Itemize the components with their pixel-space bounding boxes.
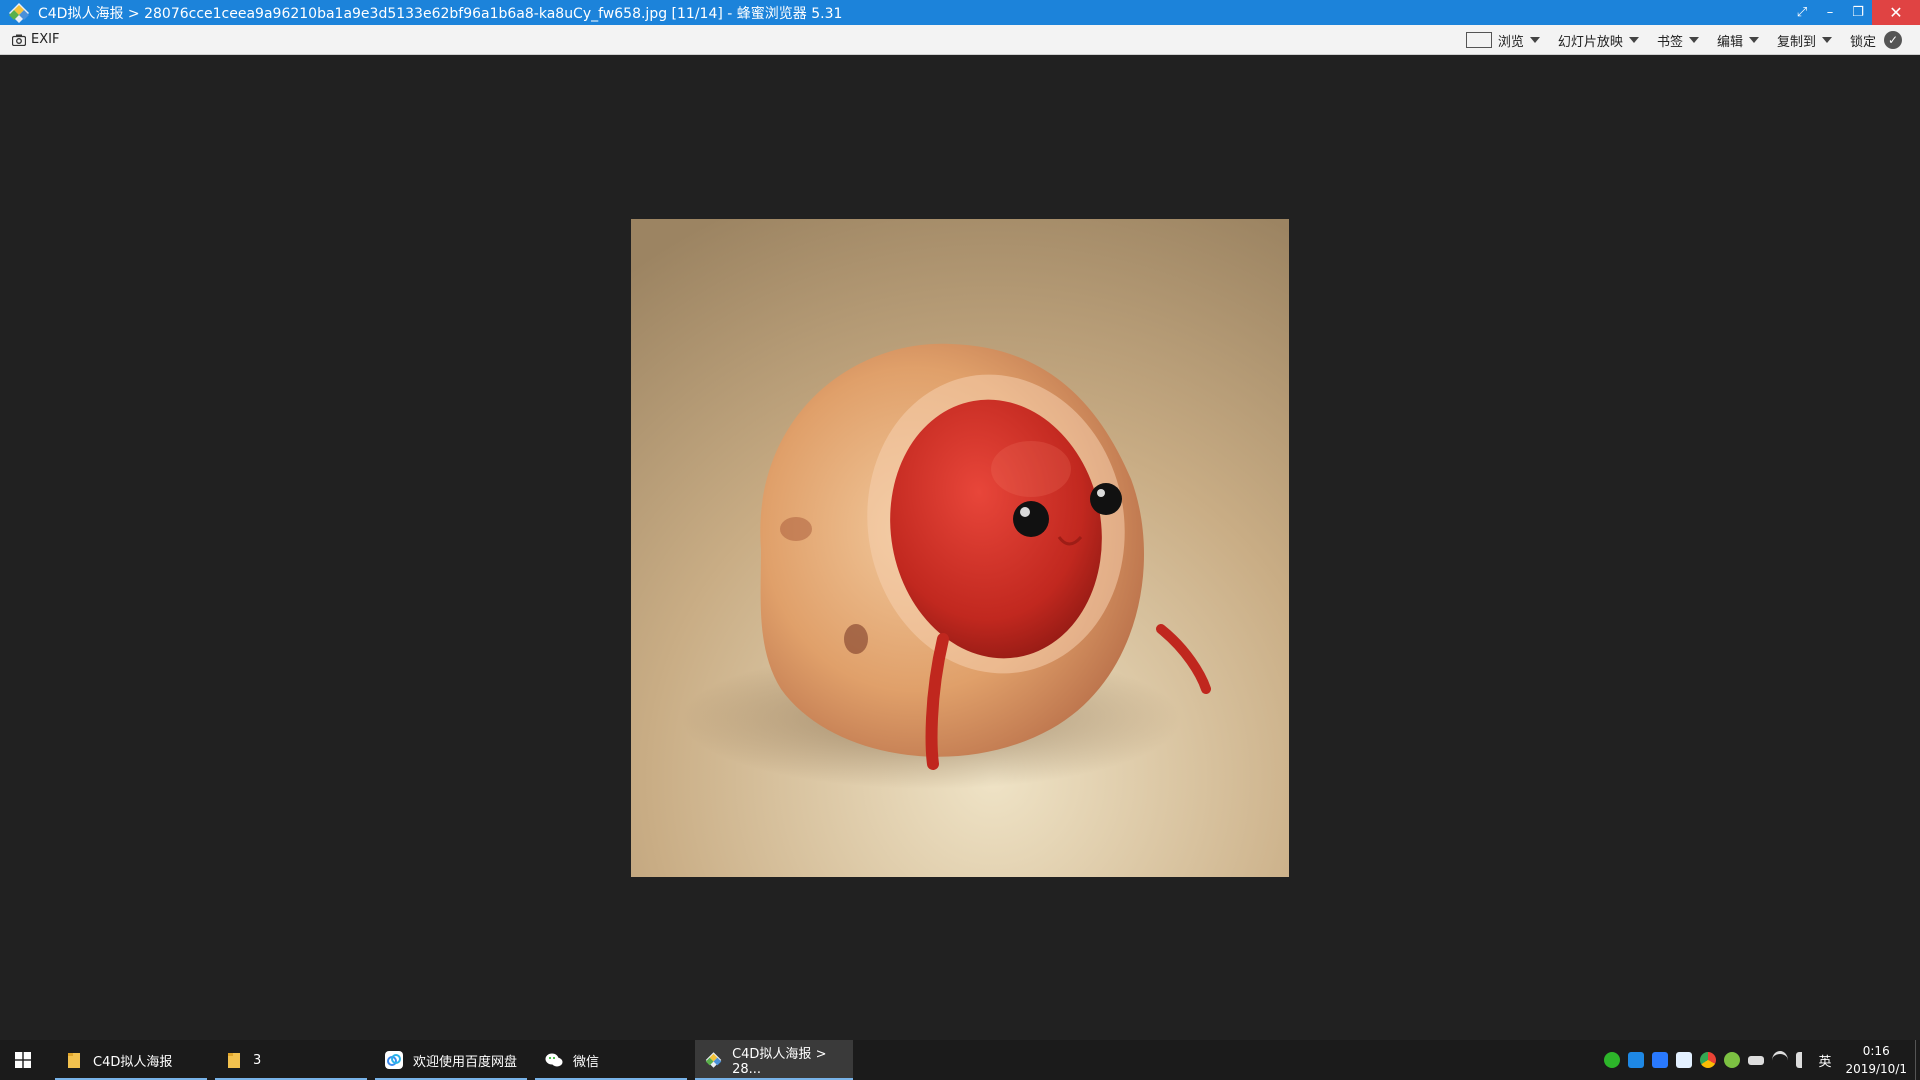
honey-viewer-icon xyxy=(705,1052,722,1068)
taskbar: C4D拟人海报 3 欢迎使用百度网盘 微信 C4D拟人海报 > 28... 英 … xyxy=(0,1040,1920,1080)
lock-toggle[interactable]: 锁定 ✓ xyxy=(1850,31,1902,50)
wechat-icon xyxy=(545,1053,563,1067)
exif-button[interactable]: EXIF xyxy=(12,32,59,47)
chrome-tray-icon[interactable] xyxy=(1700,1052,1717,1068)
chevron-down-icon xyxy=(1529,37,1540,43)
taskbar-item-wechat[interactable]: 微信 xyxy=(535,1040,687,1080)
taskbar-item-label: 欢迎使用百度网盘 xyxy=(413,1054,518,1070)
taskbar-item-baidu-netdisk[interactable]: 欢迎使用百度网盘 xyxy=(375,1040,527,1080)
bookmarks-menu[interactable]: 书签 xyxy=(1657,31,1699,50)
clock[interactable]: 0:16 2019/10/1 xyxy=(1845,1042,1907,1078)
wechat-tray-icon[interactable] xyxy=(1604,1052,1621,1068)
monitor-tray-icon[interactable] xyxy=(1628,1052,1645,1068)
clock-time: 0:16 xyxy=(1862,1044,1890,1058)
folder-icon xyxy=(68,1053,80,1068)
wifi-icon[interactable] xyxy=(1772,1050,1789,1070)
copy-to-menu[interactable]: 复制到 xyxy=(1777,31,1832,50)
lock-label: 锁定 xyxy=(1849,34,1876,50)
folder-icon xyxy=(228,1053,240,1068)
taskbar-item-folder-3[interactable]: 3 xyxy=(215,1040,367,1080)
title-bar: C4D拟人海报 > 28076cce1ceea9a96210ba1a9e3d51… xyxy=(0,0,1920,25)
browse-menu[interactable]: 浏览 xyxy=(1465,31,1540,50)
taskbar-item-label: C4D拟人海报 > 28... xyxy=(732,1047,827,1077)
chevron-down-icon xyxy=(1821,37,1832,43)
ime-indicator[interactable]: 英 xyxy=(1818,1051,1831,1070)
camera-icon xyxy=(12,34,26,46)
baidu-netdisk-icon xyxy=(385,1051,403,1069)
frame-icon xyxy=(1465,32,1492,48)
battery-icon[interactable] xyxy=(1748,1055,1765,1065)
show-desktop-button[interactable] xyxy=(1915,1040,1920,1080)
bean-character-illustration xyxy=(631,219,1289,877)
taskbar-item-label: C4D拟人海报 xyxy=(93,1054,173,1070)
toolbar-menus: 浏览 幻灯片放映 书签 编辑 复制到 锁定 ✓ xyxy=(1448,25,1902,55)
security-tray-icon[interactable] xyxy=(1724,1052,1741,1068)
check-icon: ✓ xyxy=(1884,31,1902,49)
taskbar-item-c4d-folder[interactable]: C4D拟人海报 xyxy=(55,1040,207,1080)
taskbar-item-label: 3 xyxy=(253,1052,262,1068)
slideshow-label: 幻灯片放映 xyxy=(1557,34,1623,50)
windows-logo-icon xyxy=(15,1052,31,1068)
baidu-netdisk-tray-icon[interactable] xyxy=(1676,1052,1693,1068)
toolbar: EXIF 浏览 幻灯片放映 书签 编辑 复制到 锁定 ✓ xyxy=(0,25,1920,55)
taskbar-item-label: 微信 xyxy=(573,1054,600,1070)
clock-date: 2019/10/1 xyxy=(1845,1062,1907,1076)
honey-viewer-logo-icon xyxy=(9,2,29,23)
chevron-down-icon xyxy=(1688,37,1699,43)
chevron-down-icon xyxy=(1748,37,1759,43)
bookmarks-label: 书签 xyxy=(1656,34,1683,50)
slideshow-menu[interactable]: 幻灯片放映 xyxy=(1558,31,1639,50)
exif-label: EXIF xyxy=(31,32,60,47)
minimize-button[interactable]: – xyxy=(1816,0,1844,25)
fullscreen-button[interactable]: ⤢ xyxy=(1788,0,1816,25)
restore-button[interactable]: ❐ xyxy=(1844,0,1872,25)
chevron-down-icon xyxy=(1628,37,1639,43)
start-button[interactable] xyxy=(0,1040,46,1080)
edit-menu[interactable]: 编辑 xyxy=(1717,31,1759,50)
system-tray: 英 0:16 2019/10/1 xyxy=(1600,1040,1920,1080)
close-button[interactable]: ✕ xyxy=(1872,0,1920,25)
volume-icon[interactable] xyxy=(1796,1052,1810,1068)
taskbar-item-honey-viewer[interactable]: C4D拟人海报 > 28... xyxy=(695,1040,853,1080)
edit-label: 编辑 xyxy=(1716,34,1743,50)
window-controls: ⤢ – ❐ ✕ xyxy=(1788,0,1920,25)
copy-to-label: 复制到 xyxy=(1776,34,1816,50)
app-tray-icon[interactable] xyxy=(1652,1052,1669,1068)
displayed-image[interactable] xyxy=(631,219,1289,877)
browse-label: 浏览 xyxy=(1497,34,1524,50)
window-title: C4D拟人海报 > 28076cce1ceea9a96210ba1a9e3d51… xyxy=(38,5,843,22)
